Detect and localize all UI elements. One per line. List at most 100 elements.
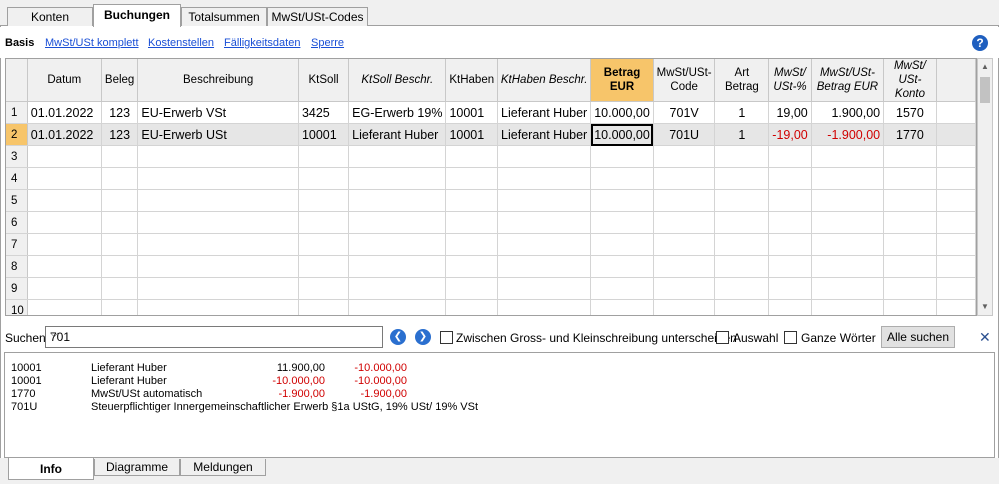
view-kostenstellen[interactable]: Kostenstellen xyxy=(148,37,214,49)
cell-datum[interactable] xyxy=(27,189,102,212)
table-row[interactable]: 7 xyxy=(6,233,976,256)
row-number[interactable]: 5 xyxy=(6,189,28,212)
cell-datum[interactable]: 01.01.2022 xyxy=(27,101,102,124)
cell-pct[interactable]: 19,00 xyxy=(768,101,812,124)
cell-mwst[interactable] xyxy=(811,167,885,190)
cell-kthaben[interactable] xyxy=(445,255,499,278)
cell-ktsoll[interactable] xyxy=(298,255,350,278)
view-faelligkeitsdaten[interactable]: Fälligkeitsdaten xyxy=(224,37,300,49)
cell-art[interactable] xyxy=(714,145,770,168)
cell-pct[interactable] xyxy=(768,167,812,190)
column-header-ktsoll-beschr[interactable]: KtSoll Beschr. xyxy=(348,59,447,102)
cell-pct[interactable] xyxy=(768,255,812,278)
cell-kthaben[interactable] xyxy=(445,233,499,256)
view-sperre[interactable]: Sperre xyxy=(311,37,344,49)
cell-kthaben-beschr[interactable] xyxy=(497,145,592,168)
cell-art[interactable] xyxy=(714,299,770,315)
cell-betrag[interactable]: 10.000,00 xyxy=(590,101,654,124)
cell-art[interactable] xyxy=(714,233,770,256)
cell-kthaben[interactable] xyxy=(445,277,499,300)
cell-beschreibung[interactable] xyxy=(137,299,299,315)
row-number[interactable]: 2 xyxy=(6,123,28,146)
cell-kthaben[interactable]: 10001 xyxy=(445,101,499,124)
table-row[interactable]: 4 xyxy=(6,167,976,190)
search-all-button[interactable]: Alle suchen xyxy=(881,326,955,348)
cell-kthaben[interactable] xyxy=(445,211,499,234)
table-row[interactable]: 6 xyxy=(6,211,976,234)
table-row[interactable]: 10 xyxy=(6,299,976,315)
cell-konto[interactable] xyxy=(883,189,937,212)
cell-mwst[interactable] xyxy=(811,277,885,300)
cell-mwst[interactable] xyxy=(811,145,885,168)
cell-betrag[interactable] xyxy=(590,233,654,256)
row-number[interactable]: 9 xyxy=(6,277,28,300)
cell-konto[interactable]: 1770 xyxy=(883,123,937,146)
cell-beschreibung[interactable] xyxy=(137,277,299,300)
search-next-icon[interactable]: ❯ xyxy=(415,329,431,345)
search-previous-icon[interactable]: ❮ xyxy=(390,329,406,345)
view-basis[interactable]: Basis xyxy=(5,37,34,49)
tab-buchungen[interactable]: Buchungen xyxy=(93,4,181,27)
row-number[interactable]: 8 xyxy=(6,255,28,278)
view-mwst-komplett[interactable]: MwSt/USt komplett xyxy=(45,37,139,49)
cell-datum[interactable] xyxy=(27,277,102,300)
cell-pct[interactable] xyxy=(768,189,812,212)
cell-mwst[interactable] xyxy=(811,299,885,315)
cell-art[interactable] xyxy=(714,277,770,300)
cell-betrag[interactable]: 10.000,00 xyxy=(590,123,654,146)
cell-pct[interactable] xyxy=(768,145,812,168)
table-row[interactable]: 5 xyxy=(6,189,976,212)
cell-ktsoll[interactable] xyxy=(298,211,350,234)
close-icon[interactable]: ✕ xyxy=(979,329,991,346)
cell-ktsoll-beschr[interactable] xyxy=(348,233,447,256)
cell-kthaben-beschr[interactable] xyxy=(497,233,592,256)
column-header-ktsoll[interactable]: KtSoll xyxy=(298,59,350,102)
cell-betrag[interactable] xyxy=(590,211,654,234)
row-number[interactable]: 10 xyxy=(6,299,28,315)
cell-code[interactable] xyxy=(653,299,716,315)
cell-betrag[interactable] xyxy=(590,145,654,168)
cell-beschreibung[interactable] xyxy=(137,145,299,168)
cell-konto[interactable]: 1570 xyxy=(883,101,937,124)
cell-code[interactable]: 701V xyxy=(653,101,716,124)
cell-ktsoll[interactable] xyxy=(298,233,350,256)
cell-ktsoll-beschr[interactable] xyxy=(348,189,447,212)
cell-beleg[interactable] xyxy=(101,255,139,278)
cell-mwst[interactable] xyxy=(811,255,885,278)
cell-ktsoll[interactable] xyxy=(298,189,350,212)
tab-mwst-codes[interactable]: MwSt/USt-Codes xyxy=(267,7,368,26)
column-header-beleg[interactable]: Beleg xyxy=(101,59,139,102)
cell-code[interactable] xyxy=(653,145,716,168)
cell-ktsoll-beschr[interactable] xyxy=(348,299,447,315)
cell-beschreibung[interactable]: EU-Erwerb VSt xyxy=(137,101,299,124)
cell-code[interactable] xyxy=(653,167,716,190)
column-header-betrag[interactable]: Betrag EUR xyxy=(590,59,654,102)
cell-betrag[interactable] xyxy=(590,189,654,212)
cell-konto[interactable] xyxy=(883,145,937,168)
column-header-mwst-betrag[interactable]: MwSt/USt-Betrag EUR xyxy=(811,59,885,102)
tab-info[interactable]: Info xyxy=(8,458,94,480)
cell-mwst[interactable] xyxy=(811,211,885,234)
row-number[interactable]: 1 xyxy=(6,101,28,124)
cell-konto[interactable] xyxy=(883,167,937,190)
row-number[interactable]: 3 xyxy=(6,145,28,168)
cell-konto[interactable] xyxy=(883,233,937,256)
selection-checkbox[interactable] xyxy=(716,331,729,344)
cell-beleg[interactable]: 123 xyxy=(101,101,139,124)
scroll-down-icon[interactable]: ▼ xyxy=(978,299,992,315)
cell-code[interactable]: 701U xyxy=(653,123,716,146)
column-header-mwst-pct[interactable]: MwSt/ USt-% xyxy=(768,59,812,102)
cell-betrag[interactable] xyxy=(590,299,654,315)
cell-art[interactable] xyxy=(714,167,770,190)
cell-beschreibung[interactable] xyxy=(137,167,299,190)
tab-meldungen[interactable]: Meldungen xyxy=(180,459,266,476)
cell-ktsoll[interactable] xyxy=(298,277,350,300)
case-sensitive-checkbox[interactable] xyxy=(440,331,453,344)
cell-mwst[interactable] xyxy=(811,233,885,256)
cell-beschreibung[interactable]: EU-Erwerb USt xyxy=(137,123,299,146)
cell-pct[interactable] xyxy=(768,277,812,300)
cell-ktsoll-beschr[interactable]: EG-Erwerb 19% xyxy=(348,101,447,124)
cell-art[interactable] xyxy=(714,189,770,212)
cell-datum[interactable] xyxy=(27,167,102,190)
row-number[interactable]: 7 xyxy=(6,233,28,256)
